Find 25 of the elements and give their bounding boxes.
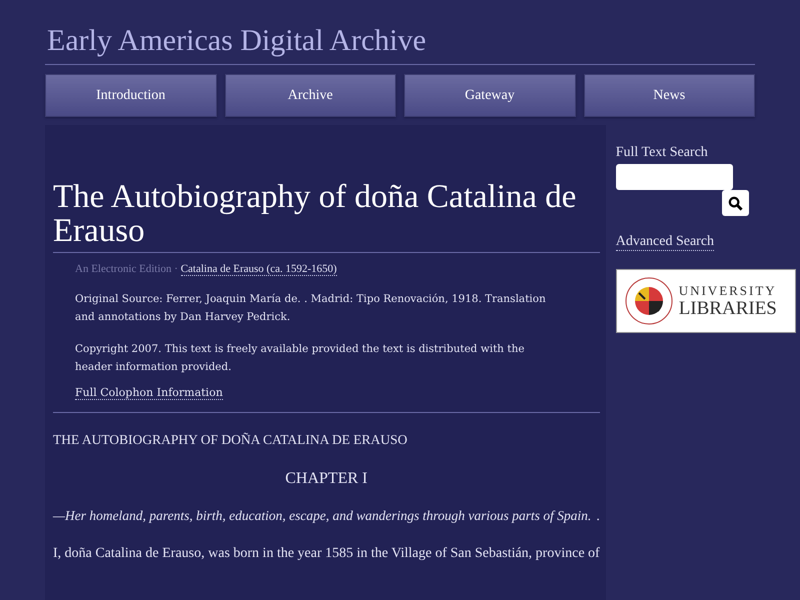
search-field[interactable] (616, 164, 733, 190)
library-logo[interactable]: UNIVERSITY LIBRARIES (616, 269, 796, 333)
advanced-search-link[interactable]: Advanced Search (616, 234, 714, 251)
logo-text: LIBRARIES (678, 299, 777, 319)
chapter-summary: —Her homeland, parents, birth, education, escape, and wanderings through various parts of Spain. (53, 508, 592, 524)
chapter-heading: CHAPTER I (284, 470, 368, 488)
copyright-text: Copyright 2007. This text is freely available provided the text is distributed with the header information provided. (75, 342, 526, 375)
nav-button[interactable]: Introduction (45, 74, 216, 117)
nav-button[interactable]: Archive (224, 74, 396, 117)
colophon-link[interactable]: Full Colophon Information (75, 386, 223, 400)
search-label: Full Text Search (616, 145, 709, 161)
source-text: Original Source: Ferrer, Joaquin María de. . Madrid: Tipo Renovación, 1918. Translation and annotations by Dan Harvey Pedrick. (75, 292, 547, 325)
summary-mark: . (596, 508, 600, 524)
nav-button[interactable]: Gateway (404, 74, 576, 117)
nav-button[interactable]: News (584, 74, 755, 117)
body-text: I, doña Catalina de Erauso, was born in the year 1585 in the Village of San Sebastián, province of (53, 546, 600, 562)
book-heading: THE AUTOBIOGRAPHY OF DOÑA CATALINA DE ERAUSO (53, 432, 408, 448)
site-title: Early Americas Digital Archive (46, 23, 426, 59)
search-button[interactable] (722, 190, 749, 216)
edition-label: An Electronic Edition · (75, 263, 178, 276)
seal-icon (624, 277, 673, 325)
logo-text: UNIVERSITY (678, 283, 777, 299)
author-link[interactable]: Catalina de Erauso (ca. 1592-1650) (180, 263, 337, 276)
page-title: The Autobiography of doña Catalina de Erauso (53, 180, 578, 248)
search-icon (728, 196, 743, 210)
